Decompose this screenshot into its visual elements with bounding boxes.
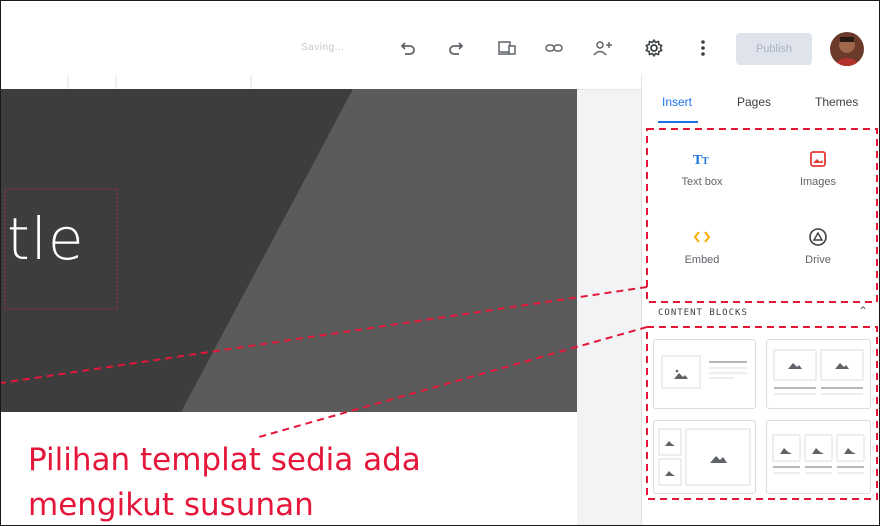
image-icon: [763, 148, 873, 170]
editor-ruler: [1, 75, 641, 90]
redo-icon[interactable]: [445, 37, 467, 59]
text-box-icon: TT: [647, 148, 757, 170]
top-toolbar: Saving... Publish: [1, 1, 879, 75]
undo-icon[interactable]: [397, 37, 419, 59]
publish-button[interactable]: Publish: [736, 33, 812, 65]
tab-pages[interactable]: Pages: [737, 95, 771, 109]
caption-line-1: Pilihan templat sedia ada: [28, 442, 421, 478]
add-person-icon[interactable]: [591, 37, 615, 59]
device-preview-icon[interactable]: [495, 37, 519, 59]
drive-icon: [763, 226, 873, 248]
gear-icon[interactable]: [642, 37, 666, 59]
avatar[interactable]: [830, 32, 864, 66]
insert-drive[interactable]: Drive: [763, 226, 873, 266]
hero-banner[interactable]: [1, 89, 577, 412]
link-icon[interactable]: [542, 37, 566, 59]
content-blocks-header: CONTENT BLOCKS: [658, 308, 748, 318]
content-block-image-grid[interactable]: [653, 420, 756, 494]
insert-images-label: Images: [799, 176, 837, 188]
hero-title[interactable]: tle: [7, 205, 85, 273]
insert-drive-label: Drive: [805, 254, 831, 266]
chevron-up-icon[interactable]: ⌃: [858, 304, 868, 318]
insert-text-box-label: Text box: [681, 176, 723, 188]
tab-themes[interactable]: Themes: [815, 95, 858, 109]
embed-code-icon: [647, 226, 757, 248]
insert-embed-label: Embed: [684, 254, 720, 266]
content-block-two-images[interactable]: [766, 339, 871, 409]
insert-embed[interactable]: Embed: [647, 226, 757, 266]
content-block-three-images[interactable]: [766, 420, 871, 494]
more-vertical-icon[interactable]: [694, 37, 712, 59]
content-block-image-text[interactable]: [653, 339, 756, 409]
tab-insert[interactable]: Insert: [662, 95, 692, 109]
insert-images[interactable]: Images: [763, 148, 873, 188]
caption-line-2: mengikut susunan: [28, 487, 314, 523]
svg-text:T: T: [702, 156, 709, 167]
insert-text-box[interactable]: TT Text box: [647, 148, 757, 188]
save-status: Saving...: [301, 42, 345, 53]
screenshot-frame: Saving... Publish tle Insert Pages Theme…: [0, 0, 880, 526]
annotation-caption: Pilihan templat sedia ada mengikut susun…: [28, 438, 421, 525]
active-tab-indicator: [658, 121, 698, 123]
